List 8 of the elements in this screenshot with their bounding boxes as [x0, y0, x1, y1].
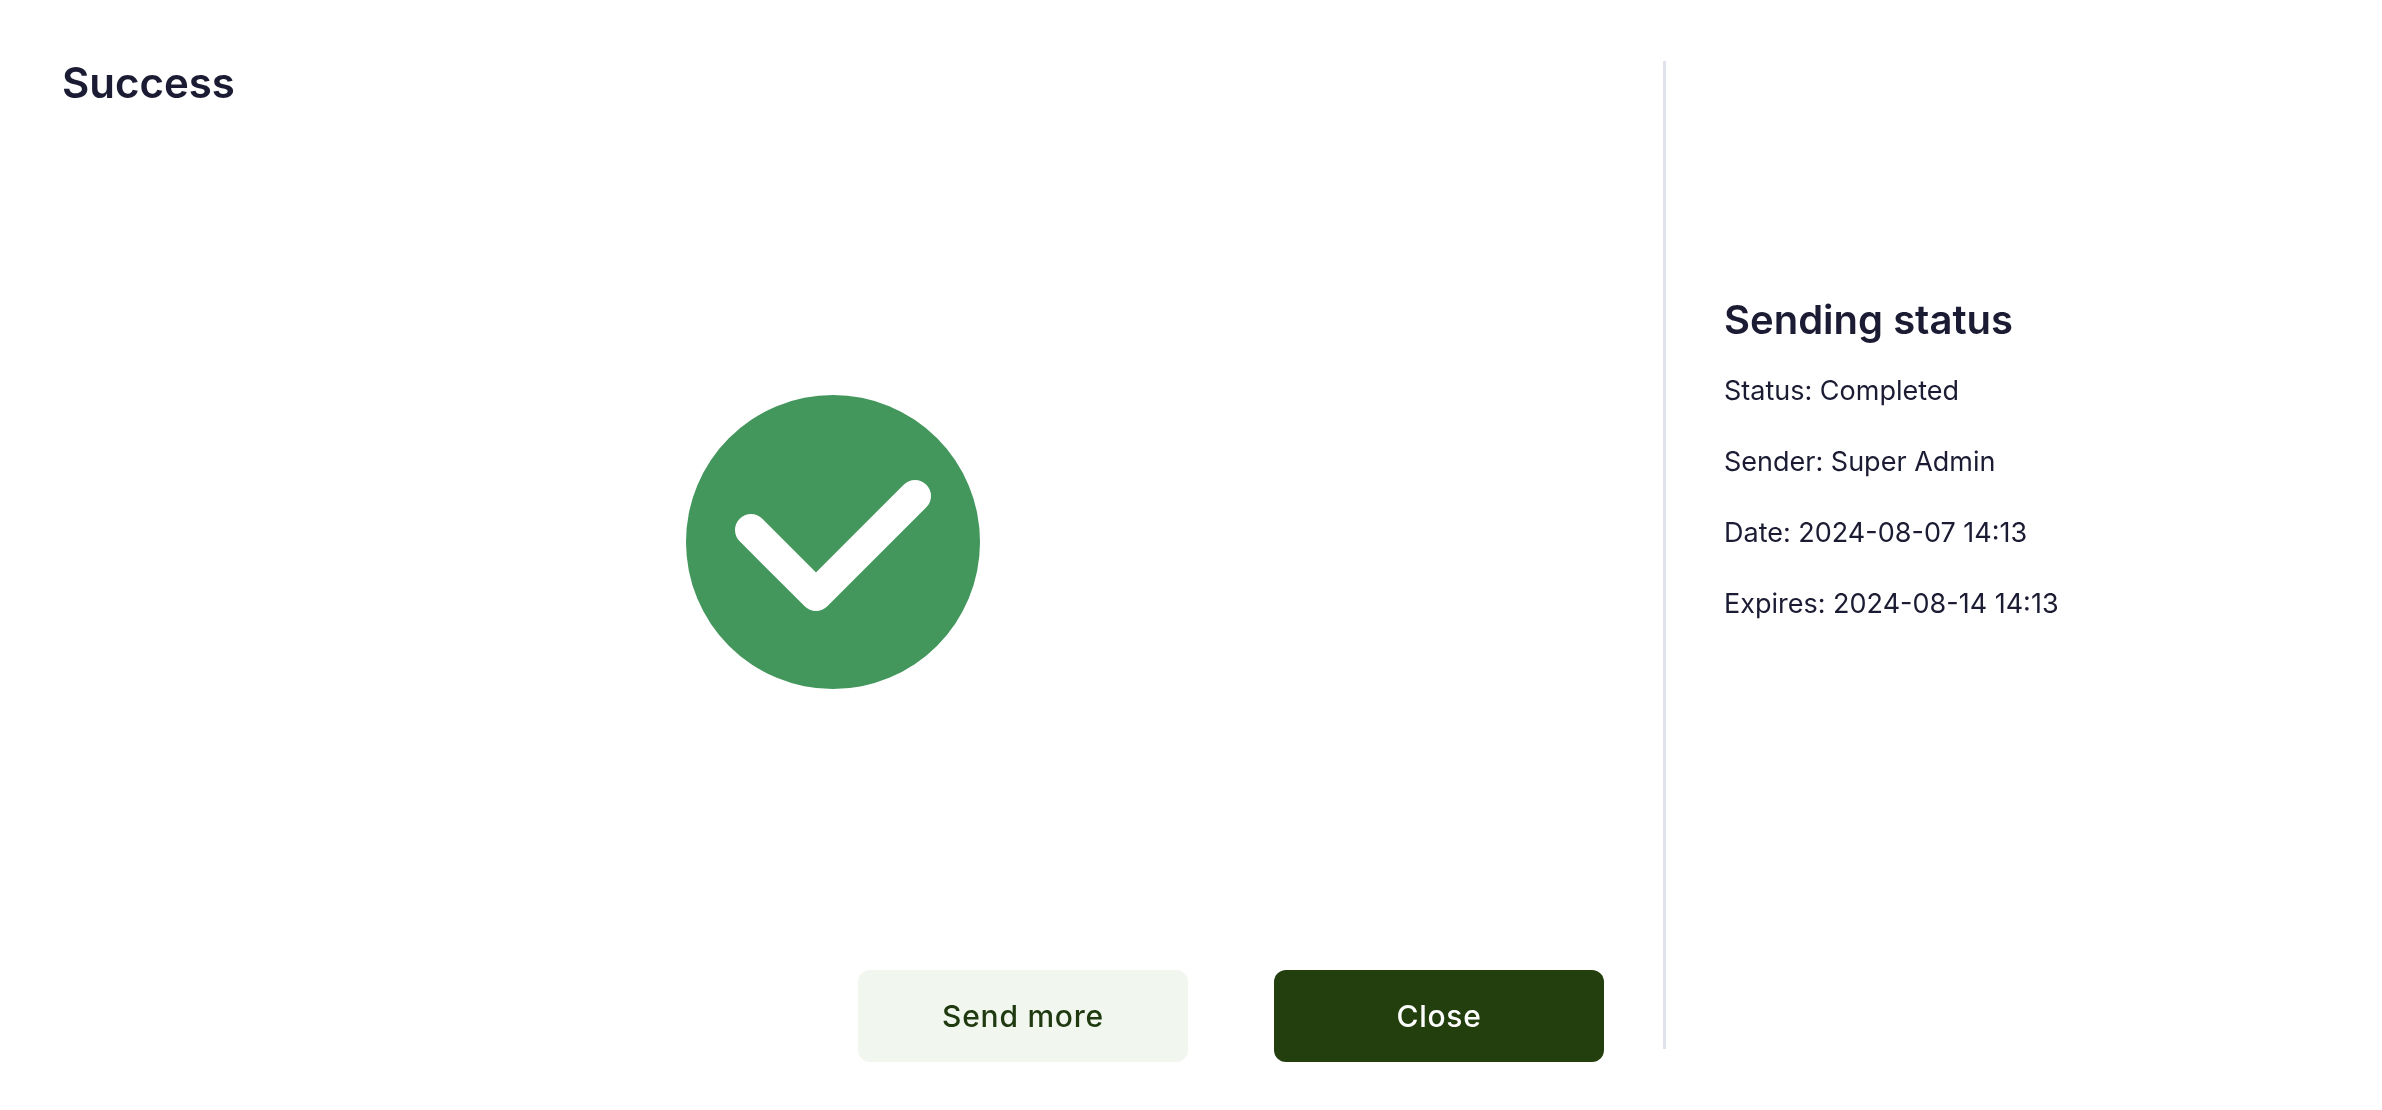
status-line: Expires: 2024-08-14 14:13: [1724, 587, 2059, 620]
status-line: Date: 2024-08-07 14:13: [1724, 516, 2028, 549]
dialog-title: Success: [62, 62, 235, 104]
send-more-button[interactable]: Send more: [858, 970, 1188, 1062]
status-line: Status: Completed: [1724, 374, 1960, 407]
checkmark-icon: [686, 395, 980, 689]
status-line: Sender: Super Admin: [1724, 445, 1996, 478]
close-button[interactable]: Close: [1274, 970, 1604, 1062]
